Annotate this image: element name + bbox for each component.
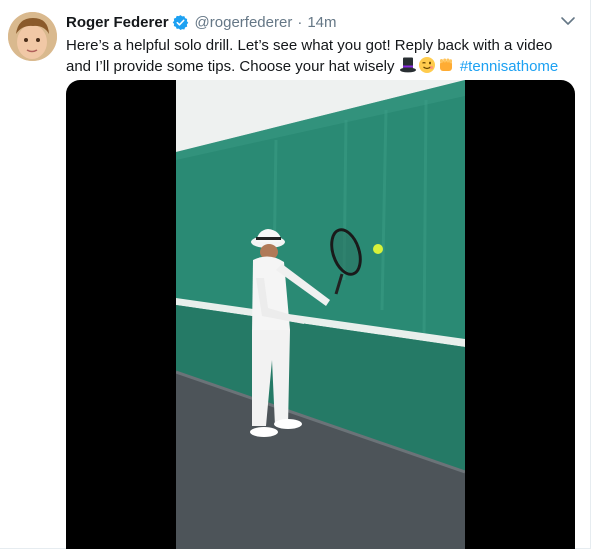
tweet-timestamp[interactable]: 14m <box>307 14 336 31</box>
video-player[interactable] <box>66 80 575 549</box>
tweet-text-line-2-prefix: and I’ll provide some tips. Choose your … <box>66 58 399 75</box>
top-hat-icon <box>399 57 416 73</box>
avatar[interactable] <box>8 12 57 61</box>
video-frame <box>176 80 465 549</box>
winking-face-icon <box>418 57 435 73</box>
avatar-image <box>8 12 57 61</box>
author-name[interactable]: Roger Federer <box>66 14 169 31</box>
verified-badge-icon <box>172 14 188 30</box>
tweet-header: Roger Federer @rogerfederer · 14m <box>66 11 337 33</box>
tweet-text: Here’s a helpful solo drill. Let’s see w… <box>66 36 566 77</box>
chevron-down-icon[interactable] <box>559 12 577 30</box>
hashtag-link[interactable]: #tennisathome <box>460 58 558 75</box>
fist-bump-icon <box>439 58 452 71</box>
tweet-text-line-2: and I’ll provide some tips. Choose your … <box>66 56 566 77</box>
tweet-card[interactable]: Roger Federer @rogerfederer · 14m Here’s… <box>0 0 591 549</box>
author-handle[interactable]: @rogerfederer <box>195 14 293 31</box>
tweet-text-line-1: Here’s a helpful solo drill. Let’s see w… <box>66 37 553 54</box>
separator-dot: · <box>297 13 303 31</box>
